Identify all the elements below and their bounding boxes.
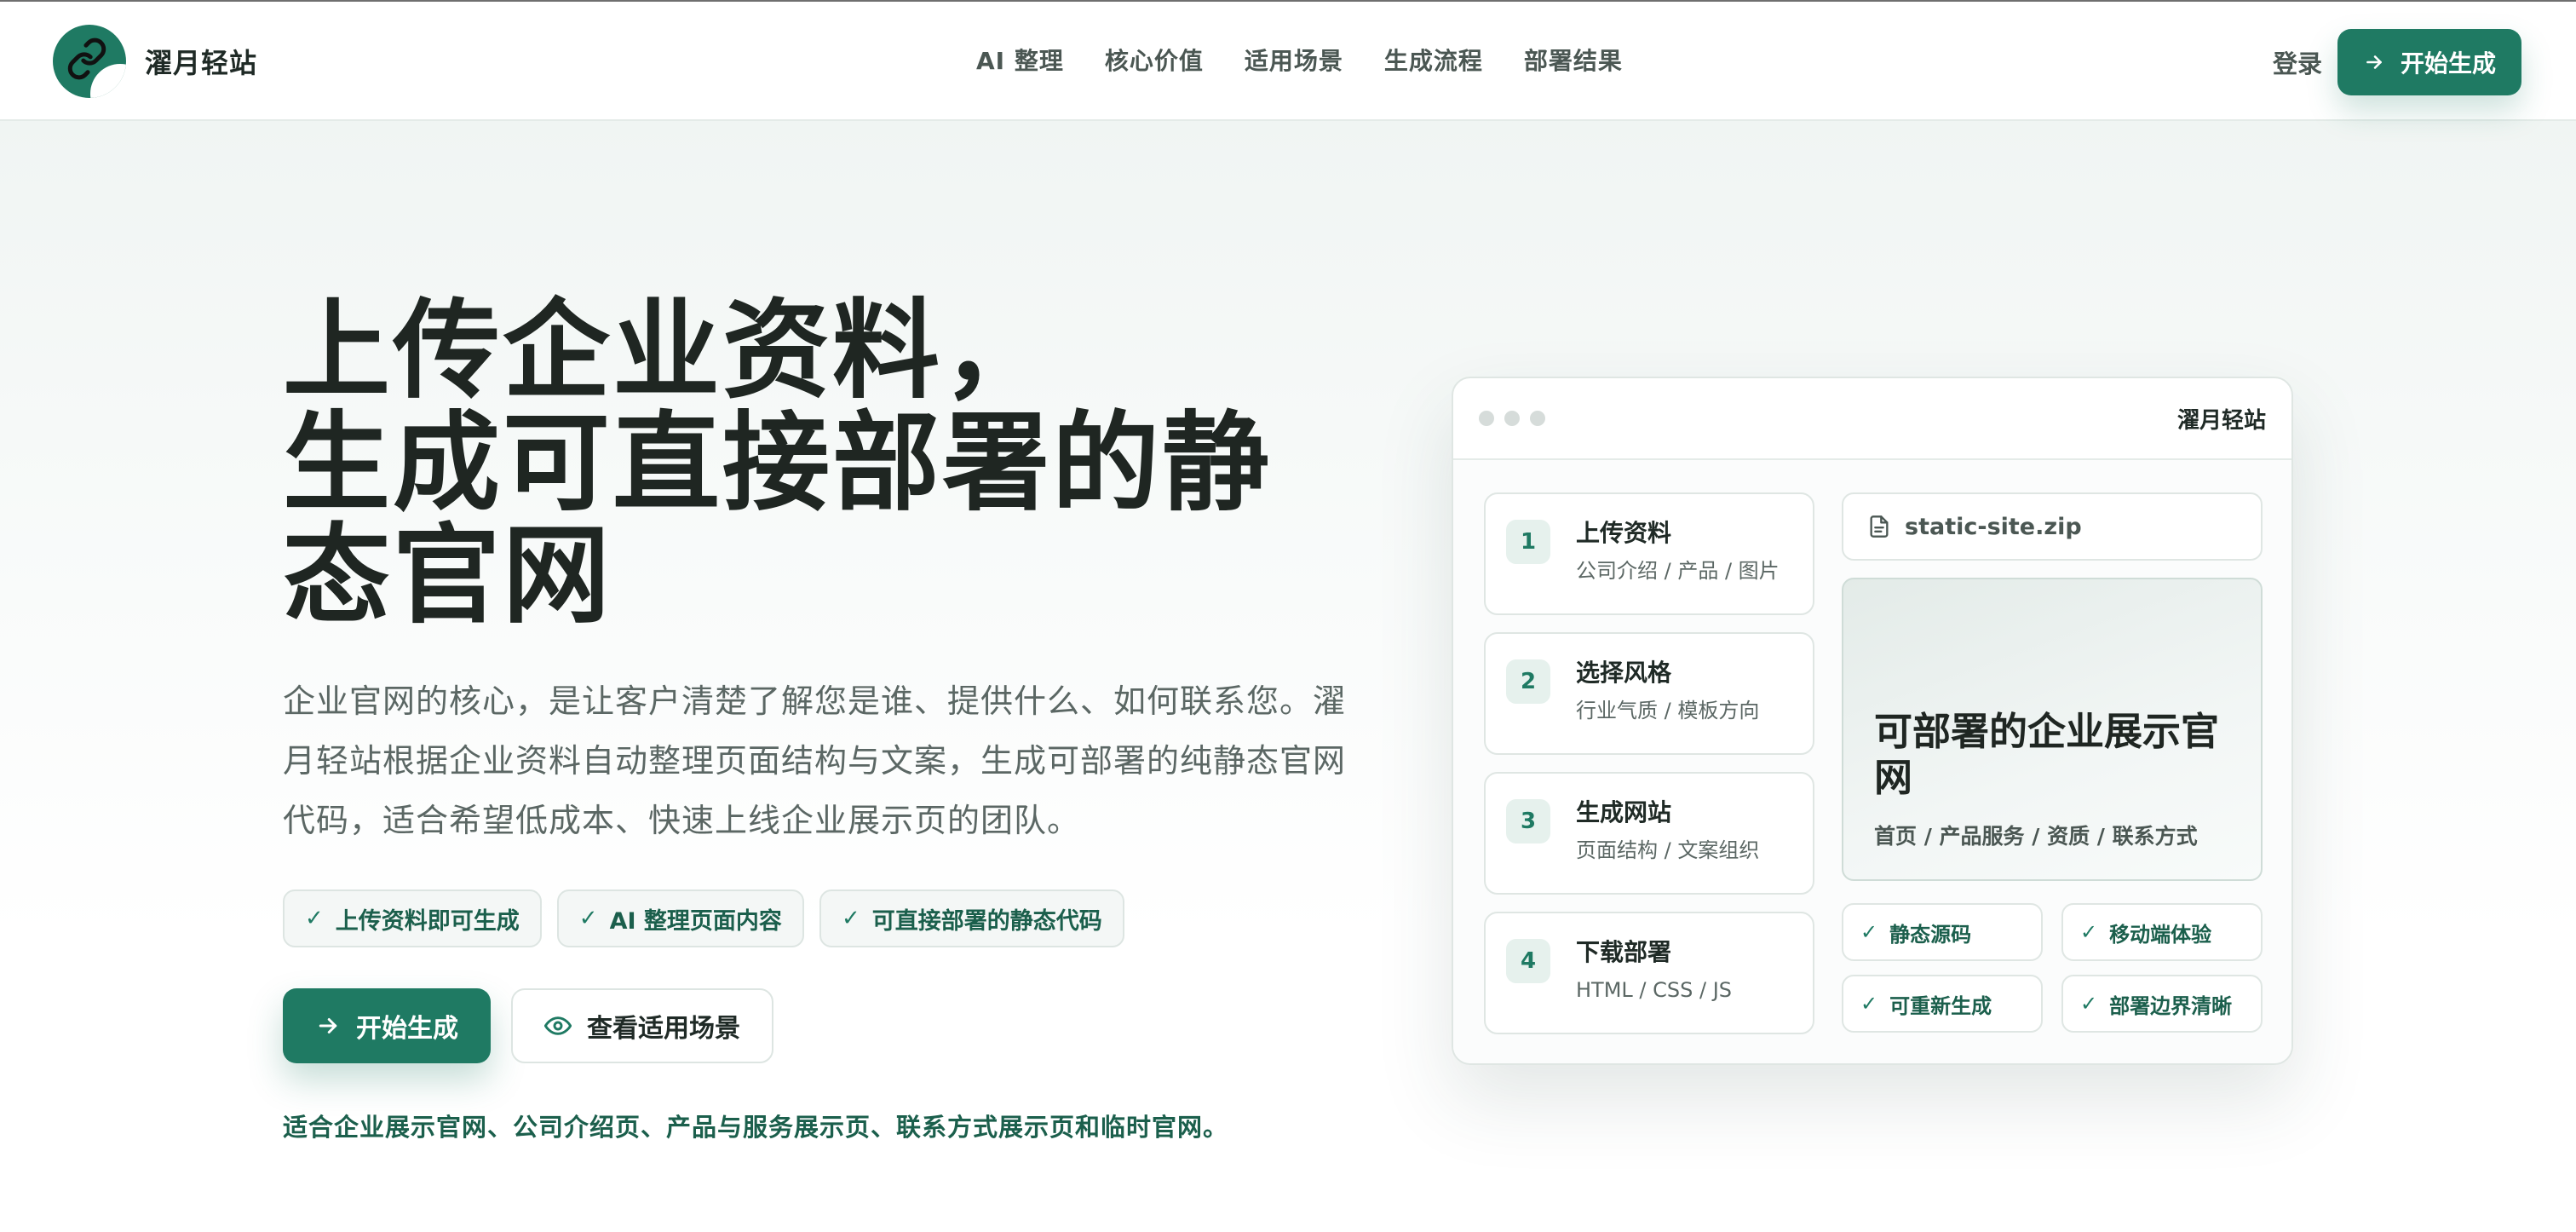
step-title: 选择风格 bbox=[1576, 659, 1672, 687]
step-title: 生成网站 bbox=[1576, 798, 1672, 826]
arrow-right-icon bbox=[319, 1018, 337, 1033]
feature-label: 静态源码 bbox=[1889, 922, 1972, 947]
login-link[interactable]: 登录 bbox=[2273, 44, 2322, 80]
brand[interactable]: 濯月轻站 bbox=[53, 24, 257, 99]
chip-label: 可直接部署的静态代码 bbox=[871, 907, 1102, 935]
feature-grid: ✓ 静态源码 ✓ 移动端体验 ✓ 可重新生成 ✓ 部署边界清晰 bbox=[1842, 903, 2263, 1033]
steps-list: 1 上传资料 公司介绍 / 产品 / 图片 2 选择风格 行业气质 / 模板方向… bbox=[1484, 492, 1814, 1034]
site-preview-card: 可部署的企业展示官网 首页 / 产品服务 / 资质 / 联系方式 bbox=[1842, 578, 2263, 881]
step-item: 2 选择风格 行业气质 / 模板方向 bbox=[1484, 632, 1814, 755]
step-subtitle: HTML / CSS / JS bbox=[1576, 978, 1733, 1002]
chip-label: 上传资料即可生成 bbox=[335, 907, 520, 935]
preview-window: 濯月轻站 1 上传资料 公司介绍 / 产品 / 图片 2 选择风格 行业气质 /… bbox=[1452, 377, 2293, 1065]
check-icon: ✓ bbox=[578, 906, 598, 931]
hero-start-button[interactable]: 开始生成 bbox=[283, 988, 491, 1063]
eye-icon bbox=[544, 1016, 572, 1035]
feature-badge: ✓ 可重新生成 bbox=[1842, 975, 2043, 1033]
window-titlebar: 濯月轻站 bbox=[1453, 378, 2291, 460]
step-number: 2 bbox=[1506, 659, 1550, 704]
chip-ai: ✓ AI 整理页面内容 bbox=[556, 889, 804, 947]
check-icon: ✓ bbox=[2080, 992, 2098, 1016]
page: 濯月轻站 AI 整理 核心价值 适用场景 生成流程 部署结果 登录 开始生成 上… bbox=[0, 0, 2576, 1232]
feature-badge: ✓ 部署边界清晰 bbox=[2061, 975, 2263, 1033]
nav-item-process[interactable]: 生成流程 bbox=[1384, 43, 1483, 77]
step-item: 3 生成网站 页面结构 / 文案组织 bbox=[1484, 772, 1814, 895]
window-dot bbox=[1504, 411, 1520, 426]
step-number: 4 bbox=[1506, 939, 1550, 983]
view-scenarios-button[interactable]: 查看适用场景 bbox=[511, 988, 773, 1063]
main-nav: AI 整理 核心价值 适用场景 生成流程 部署结果 bbox=[976, 43, 1623, 77]
hero-title-line-3: 态官网 bbox=[283, 513, 612, 638]
header-start-label: 开始生成 bbox=[2400, 49, 2496, 78]
chip-label: AI 整理页面内容 bbox=[609, 907, 782, 935]
feature-label: 可重新生成 bbox=[1889, 993, 1992, 1018]
file-download-row: static-site.zip bbox=[1842, 492, 2263, 561]
chip-upload: ✓ 上传资料即可生成 bbox=[283, 889, 542, 947]
brand-logo bbox=[53, 25, 126, 98]
site-preview-subtitle: 首页 / 产品服务 / 资质 / 联系方式 bbox=[1874, 824, 2198, 849]
check-icon: ✓ bbox=[2080, 920, 2098, 944]
window-dot bbox=[1479, 411, 1494, 426]
site-preview-title: 可部署的企业展示官网 bbox=[1874, 709, 2220, 800]
hero-title-line-2: 生成可直接部署的静 bbox=[283, 400, 1272, 526]
feature-label: 移动端体验 bbox=[2109, 922, 2212, 947]
hero-chips: ✓ 上传资料即可生成 ✓ AI 整理页面内容 ✓ 可直接部署的静态代码 bbox=[283, 889, 1124, 947]
check-icon: ✓ bbox=[1860, 992, 1878, 1016]
hero-description: 企业官网的核心，是让客户清楚了解您是谁、提供什么、如何联系您。濯月轻站根据企业资… bbox=[283, 682, 1347, 839]
step-item: 1 上传资料 公司介绍 / 产品 / 图片 bbox=[1484, 492, 1814, 615]
step-title: 下载部署 bbox=[1576, 938, 1672, 966]
step-subtitle: 公司介绍 / 产品 / 图片 bbox=[1576, 559, 1780, 583]
step-item: 4 下载部署 HTML / CSS / JS bbox=[1484, 912, 1814, 1034]
feature-label: 部署边界清晰 bbox=[2109, 993, 2233, 1018]
step-title: 上传资料 bbox=[1576, 519, 1672, 547]
step-number: 1 bbox=[1506, 520, 1550, 564]
step-subtitle: 行业气质 / 模板方向 bbox=[1576, 699, 1760, 723]
site-header: 濯月轻站 AI 整理 核心价值 适用场景 生成流程 部署结果 登录 开始生成 bbox=[0, 0, 2576, 121]
step-number: 3 bbox=[1506, 799, 1550, 843]
brand-name: 濯月轻站 bbox=[145, 47, 258, 79]
feature-badge: ✓ 移动端体验 bbox=[2061, 903, 2263, 961]
hero-title: 上传企业资料， 生成可直接部署的静 态官网 bbox=[283, 295, 1339, 632]
header-start-button[interactable]: 开始生成 bbox=[2337, 29, 2521, 95]
nav-item-ai[interactable]: AI 整理 bbox=[976, 43, 1064, 77]
nav-item-scenarios[interactable]: 适用场景 bbox=[1245, 43, 1343, 77]
hero-start-label: 开始生成 bbox=[356, 1014, 458, 1044]
window-body: 1 上传资料 公司介绍 / 产品 / 图片 2 选择风格 行业气质 / 模板方向… bbox=[1453, 460, 2291, 1063]
hero-title-line-1: 上传企业资料， bbox=[283, 288, 1052, 413]
feature-badge: ✓ 静态源码 bbox=[1842, 903, 2043, 961]
hero-note: 适合企业展示官网、公司介绍页、产品与服务展示页、联系方式展示页和临时官网。 bbox=[283, 1113, 1229, 1142]
nav-item-deploy[interactable]: 部署结果 bbox=[1524, 43, 1623, 77]
document-icon bbox=[1870, 515, 1889, 538]
check-icon: ✓ bbox=[305, 906, 324, 931]
check-icon: ✓ bbox=[841, 906, 860, 931]
check-icon: ✓ bbox=[1860, 920, 1878, 944]
window-title: 濯月轻站 bbox=[2176, 407, 2266, 434]
file-name: static-site.zip bbox=[1905, 513, 2082, 540]
arrow-right-icon bbox=[2366, 55, 2382, 69]
window-dot bbox=[1530, 411, 1545, 426]
nav-item-value[interactable]: 核心价值 bbox=[1105, 43, 1204, 77]
step-subtitle: 页面结构 / 文案组织 bbox=[1576, 838, 1760, 862]
chip-static: ✓ 可直接部署的静态代码 bbox=[819, 889, 1124, 947]
view-scenarios-label: 查看适用场景 bbox=[587, 1014, 740, 1044]
link-icon bbox=[67, 37, 106, 80]
